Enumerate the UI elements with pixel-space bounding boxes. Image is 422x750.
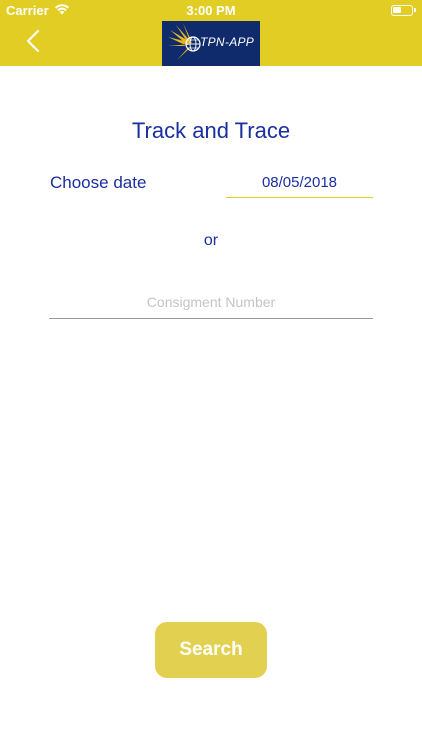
app-logo: TPN-APP [162,21,260,66]
navigation-bar: TPN-APP [0,21,422,66]
status-time: 3:00 PM [186,3,236,18]
or-separator: or [203,232,219,249]
page-title: Track and Trace [131,118,291,143]
search-button[interactable]: Search [155,622,267,678]
date-field[interactable]: 08/05/2018 [226,167,373,198]
status-bar: Carrier 3:00 PM [0,0,422,21]
chevron-left-icon [26,29,40,58]
consignment-number-input[interactable] [49,286,373,319]
back-button[interactable] [18,27,48,59]
choose-date-label: Choose date [50,173,147,192]
logo-text: TPN-APP [200,35,255,49]
battery-icon [391,5,416,16]
